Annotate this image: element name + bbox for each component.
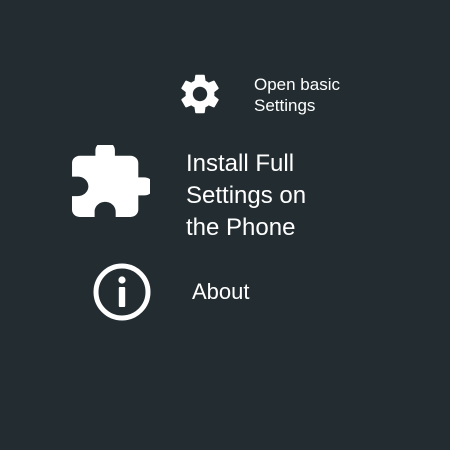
gear-icon [181,74,219,114]
about-item[interactable]: About [90,262,290,322]
puzzle-piece-icon [72,145,150,217]
open-basic-settings-item[interactable]: Open basic Settings [170,64,370,124]
info-icon [93,263,151,321]
install-full-settings-item[interactable]: Install Full Settings on the Phone [70,144,350,244]
open-basic-settings-label: Open basic Settings [254,75,340,115]
about-label: About [192,279,250,304]
install-full-settings-label: Install Full Settings on the Phone [186,150,307,241]
watch-screen: Open basic Settings Install Full Setting… [0,0,450,450]
